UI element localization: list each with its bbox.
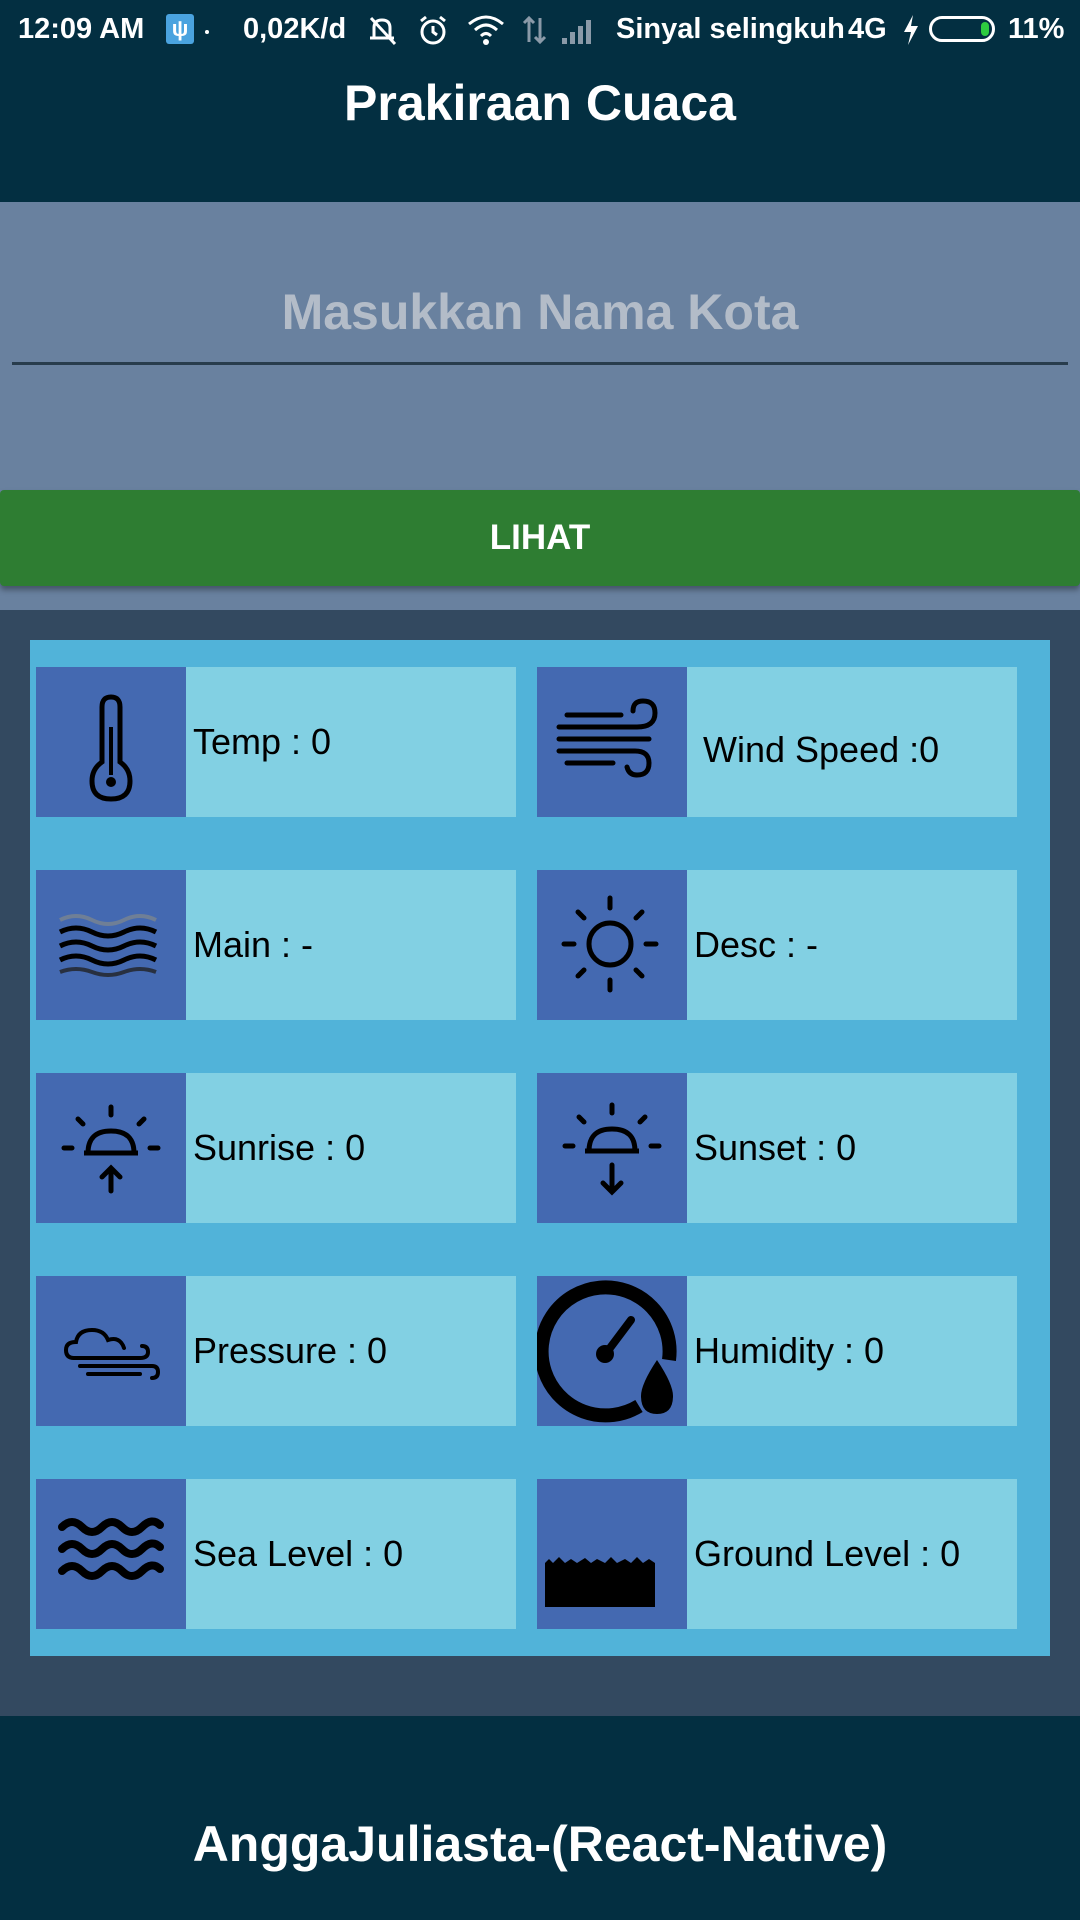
status-battery-percent: 11%	[1008, 13, 1065, 45]
sea-level-label: Sea Level : 0	[193, 1533, 404, 1574]
wind-speed-label: Wind Speed :0	[703, 729, 940, 770]
usb-debug-icon: ψ	[166, 14, 194, 44]
sea-level-card: Sea Level : 0	[36, 1479, 516, 1629]
pressure-label: Pressure : 0	[193, 1330, 388, 1371]
main-label: Main : -	[193, 924, 314, 965]
charging-icon	[904, 15, 918, 45]
app-header: 12:09 AM ψ 0,02K/d Sinyal selingkuh 4G 1…	[0, 0, 1080, 202]
page-title: Prakiraan Cuaca	[344, 75, 736, 131]
mist-waves-icon	[36, 870, 186, 1020]
wifi-icon	[468, 15, 504, 45]
humidity-card: Humidity : 0	[537, 1276, 1017, 1426]
search-section: LIHAT	[0, 202, 1080, 610]
main-card: Main : -	[36, 870, 516, 1020]
data-transfer-icon	[522, 15, 547, 45]
desc-card: Desc : -	[537, 870, 1017, 1020]
sunset-label: Sunset : 0	[694, 1127, 857, 1168]
battery-icon	[929, 16, 995, 42]
footer-credit: AnggaJuliasta-(React-Native)	[192, 1816, 888, 1872]
status-time: 12:09 AM	[18, 13, 145, 45]
city-name-input[interactable]	[12, 262, 1068, 365]
ground-level-card: Ground Level : 0	[537, 1479, 1017, 1629]
pressure-card: Pressure : 0	[36, 1276, 516, 1426]
cloud-wind-icon	[36, 1276, 186, 1426]
temp-card: Temp : 0	[36, 667, 516, 817]
sunrise-icon	[36, 1073, 186, 1223]
sunset-card: Sunset : 0	[537, 1073, 1017, 1223]
sunrise-card: Sunrise : 0	[36, 1073, 516, 1223]
lihat-button[interactable]: LIHAT	[0, 490, 1080, 586]
thermometer-icon	[36, 667, 186, 817]
app-root: 12:09 AM ψ 0,02K/d Sinyal selingkuh 4G 1…	[0, 0, 1080, 1920]
sun-icon	[537, 870, 687, 1020]
humidity-gauge-icon	[537, 1276, 687, 1426]
sunrise-label: Sunrise : 0	[193, 1127, 366, 1168]
ground-level-label: Ground Level : 0	[694, 1533, 961, 1574]
alarm-icon	[420, 15, 446, 45]
status-network-type: 4G	[848, 13, 887, 45]
temp-label: Temp : 0	[193, 721, 332, 762]
mute-bell-icon	[369, 16, 397, 46]
status-network-speed: 0,02K/d	[243, 13, 347, 45]
sunset-icon	[537, 1073, 687, 1223]
ground-icon	[537, 1479, 687, 1629]
sea-waves-icon	[36, 1479, 186, 1629]
weather-panel: Temp : 0 Wind Speed :0 Main: - Desc: -…	[30, 640, 1050, 1656]
status-carrier: Sinyal selingkuh	[616, 13, 845, 45]
notification-dot-icon	[205, 30, 209, 34]
wind-speed-card: Wind Speed :0	[537, 667, 1017, 817]
wind-icon	[537, 667, 687, 817]
desc-label: Desc : -	[694, 924, 819, 965]
humidity-label: Humidity : 0	[694, 1330, 885, 1371]
signal-icon	[562, 20, 591, 44]
status-bar: 12:09 AM ψ 0,02K/d Sinyal selingkuh 4G 1…	[0, 0, 1080, 62]
app-footer: AnggaJuliasta-(React-Native)	[0, 1716, 1080, 1920]
